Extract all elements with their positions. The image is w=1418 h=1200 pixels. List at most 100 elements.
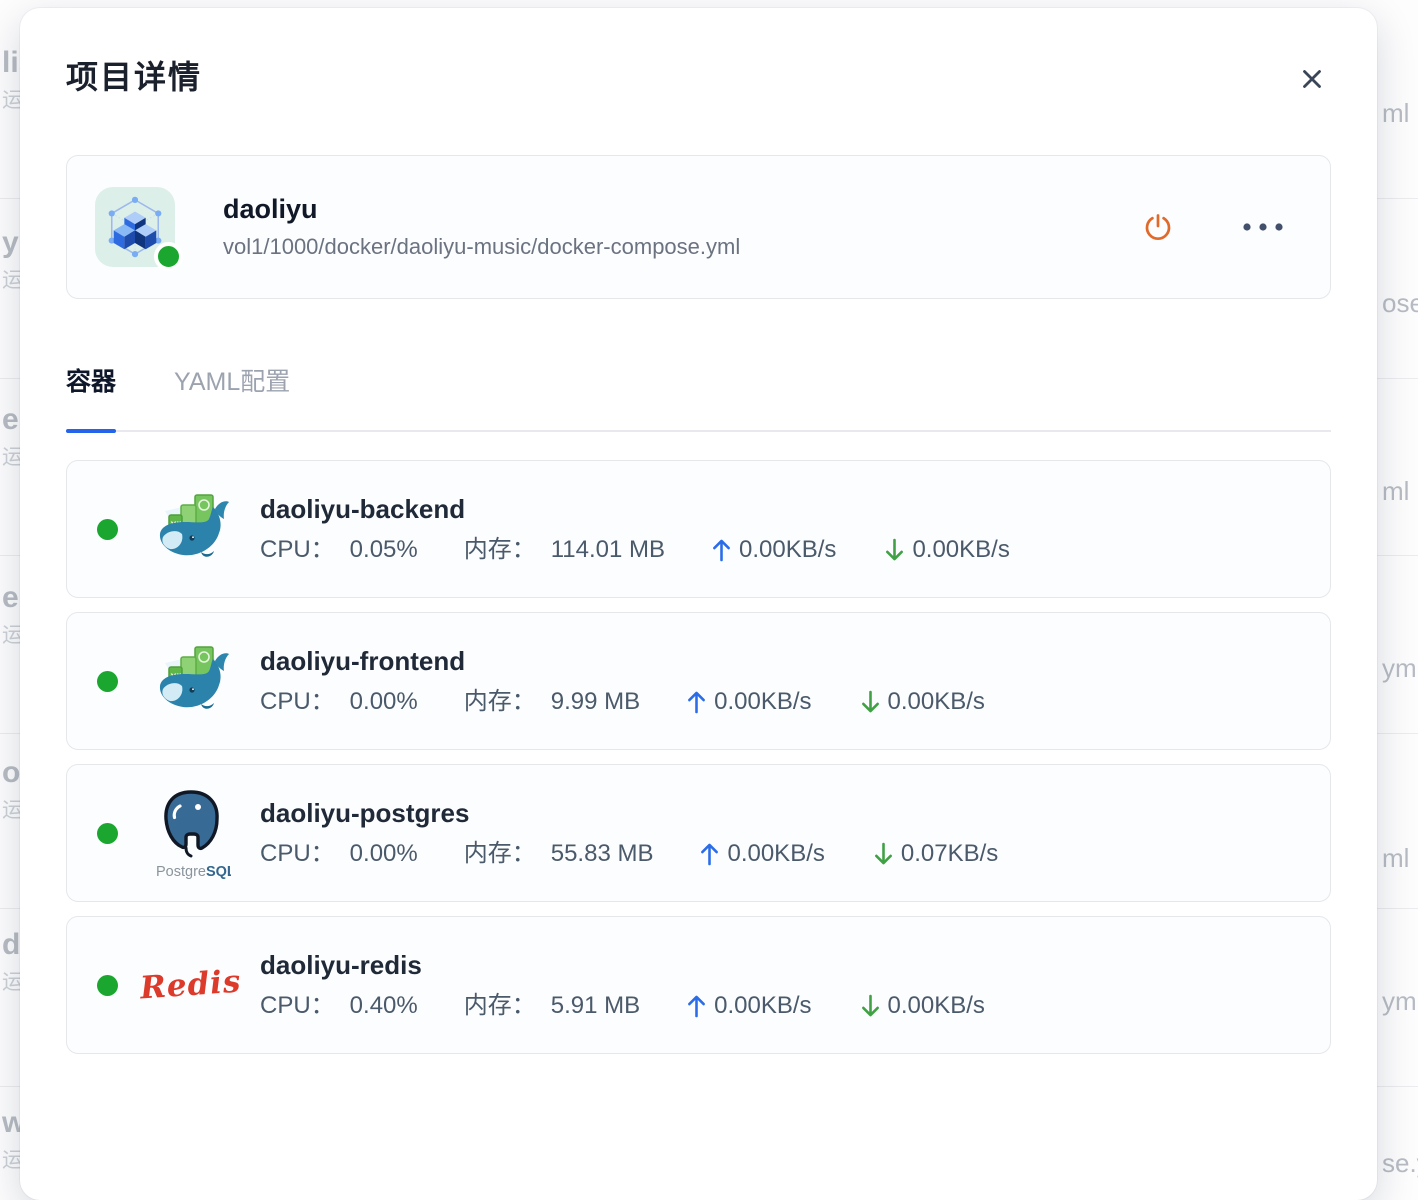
- modal-header: 项目详情: [66, 8, 1331, 98]
- container-name: daoliyu-frontend: [260, 647, 1306, 676]
- docker-whale-icon: XII: [151, 489, 231, 569]
- project-details-modal: 项目详情: [20, 8, 1377, 1200]
- container-name: daoliyu-postgres: [260, 799, 1306, 828]
- cpu-value: 0.05%: [350, 537, 418, 563]
- tab-containers[interactable]: 容器: [66, 368, 116, 430]
- container-status-dot: [97, 671, 118, 692]
- container-status-dot: [97, 975, 118, 996]
- cpu-label: CPU：: [260, 993, 335, 1019]
- cpu-label: CPU：: [260, 841, 335, 867]
- container-card[interactable]: XII daoliyu-backend CPU： 0.05% 内存：: [66, 460, 1331, 598]
- download-arrow-icon: [860, 689, 881, 715]
- ellipsis-icon: [1242, 222, 1284, 232]
- container-card[interactable]: Redis daoliyu-redis CPU： 0.40% 内存： 5.91 …: [66, 916, 1331, 1054]
- cpu-stat: CPU： 0.00%: [260, 841, 418, 867]
- background-path-fragment: ml: [1382, 478, 1409, 504]
- container-stats: CPU： 0.00% 内存： 9.99 MB 0.00KB/s: [260, 689, 1306, 715]
- tab-label: 容器: [66, 368, 116, 396]
- cpu-value: 0.40%: [350, 993, 418, 1019]
- container-info: daoliyu-redis CPU： 0.40% 内存： 5.91 MB 0.0…: [260, 951, 1306, 1019]
- cpu-value: 0.00%: [350, 689, 418, 715]
- close-button[interactable]: [1293, 60, 1331, 98]
- power-button[interactable]: [1136, 205, 1180, 249]
- background-path-fragment: ym: [1382, 655, 1417, 681]
- download-arrow-icon: [860, 993, 881, 1019]
- container-card[interactable]: PostgreSQL daoliyu-postgres CPU： 0.00% 内…: [66, 764, 1331, 902]
- upload-stat: 0.00KB/s: [711, 537, 836, 563]
- download-stat: 0.00KB/s: [884, 537, 1009, 563]
- upload-stat: 0.00KB/s: [699, 841, 824, 867]
- upload-value: 0.00KB/s: [739, 537, 836, 563]
- container-image-icon: Redis: [150, 937, 232, 1033]
- project-icon: [95, 187, 175, 267]
- memory-stat: 内存： 114.01 MB: [464, 537, 665, 563]
- container-info: daoliyu-frontend CPU： 0.00% 内存： 9.99 MB …: [260, 647, 1306, 715]
- container-image-icon: XII: [150, 633, 232, 729]
- svg-text:PostgreSQL: PostgreSQL: [156, 864, 231, 880]
- container-status-dot: [97, 823, 118, 844]
- project-info: daoliyu vol1/1000/docker/daoliyu-music/d…: [223, 195, 1136, 259]
- project-actions: [1136, 205, 1290, 249]
- memory-value: 9.99 MB: [551, 689, 640, 715]
- project-name: daoliyu: [223, 195, 1136, 225]
- modal-title: 项目详情: [66, 58, 202, 96]
- memory-label: 内存：: [464, 841, 536, 867]
- cpu-stat: CPU： 0.40%: [260, 993, 418, 1019]
- more-options-button[interactable]: [1236, 216, 1290, 238]
- container-stats: CPU： 0.00% 内存： 55.83 MB 0.00KB/s: [260, 841, 1306, 867]
- container-image-icon: PostgreSQL: [150, 785, 232, 881]
- upload-arrow-icon: [686, 993, 707, 1019]
- memory-value: 5.91 MB: [551, 993, 640, 1019]
- upload-value: 0.00KB/s: [714, 689, 811, 715]
- project-card: daoliyu vol1/1000/docker/daoliyu-music/d…: [66, 155, 1331, 299]
- container-info: daoliyu-postgres CPU： 0.00% 内存： 55.83 MB…: [260, 799, 1306, 867]
- download-stat: 0.00KB/s: [860, 689, 985, 715]
- memory-stat: 内存： 5.91 MB: [464, 993, 640, 1019]
- close-icon: [1297, 64, 1327, 94]
- upload-value: 0.00KB/s: [714, 993, 811, 1019]
- container-name: daoliyu-redis: [260, 951, 1306, 980]
- memory-label: 内存：: [464, 689, 536, 715]
- container-image-icon: XII: [150, 481, 232, 577]
- download-value: 0.00KB/s: [888, 689, 985, 715]
- download-value: 0.00KB/s: [912, 537, 1009, 563]
- upload-arrow-icon: [686, 689, 707, 715]
- upload-stat: 0.00KB/s: [686, 993, 811, 1019]
- cpu-value: 0.00%: [350, 841, 418, 867]
- container-stats: CPU： 0.40% 内存： 5.91 MB 0.00KB/s: [260, 993, 1306, 1019]
- power-icon: [1142, 211, 1174, 243]
- cpu-stat: CPU： 0.05%: [260, 537, 418, 563]
- download-stat: 0.00KB/s: [860, 993, 985, 1019]
- memory-label: 内存：: [464, 993, 536, 1019]
- tab-yaml[interactable]: YAML配置: [174, 368, 290, 430]
- tab-label: YAML配置: [174, 368, 290, 396]
- redis-logo: Redis: [139, 964, 243, 1007]
- cpu-label: CPU：: [260, 689, 335, 715]
- upload-arrow-icon: [699, 841, 720, 867]
- container-card[interactable]: XII daoliyu-frontend CPU： 0.00% 内存：: [66, 612, 1331, 750]
- background-path-fragment: ml: [1382, 100, 1409, 126]
- project-status-dot: [154, 242, 183, 271]
- docker-whale-icon: XII: [151, 641, 231, 721]
- tab-bar: 容器 YAML配置: [66, 368, 1331, 432]
- background-path-fragment: se.y: [1382, 1150, 1418, 1176]
- container-status-dot: [97, 519, 118, 540]
- upload-value: 0.00KB/s: [727, 841, 824, 867]
- memory-stat: 内存： 9.99 MB: [464, 689, 640, 715]
- container-name: daoliyu-backend: [260, 495, 1306, 524]
- cpu-stat: CPU： 0.00%: [260, 689, 418, 715]
- download-value: 0.07KB/s: [901, 841, 998, 867]
- container-stats: CPU： 0.05% 内存： 114.01 MB 0.00KB/s: [260, 537, 1306, 563]
- download-value: 0.00KB/s: [888, 993, 985, 1019]
- upload-arrow-icon: [711, 537, 732, 563]
- project-compose-path: vol1/1000/docker/daoliyu-music/docker-co…: [223, 235, 1136, 259]
- postgresql-icon: PostgreSQL: [151, 786, 231, 880]
- upload-stat: 0.00KB/s: [686, 689, 811, 715]
- memory-stat: 内存： 55.83 MB: [464, 841, 654, 867]
- container-list: XII daoliyu-backend CPU： 0.05% 内存：: [66, 460, 1331, 1054]
- memory-value: 55.83 MB: [551, 841, 654, 867]
- cpu-label: CPU：: [260, 537, 335, 563]
- background-path-fragment: ml: [1382, 845, 1409, 871]
- download-stat: 0.07KB/s: [873, 841, 998, 867]
- memory-value: 114.01 MB: [551, 537, 665, 563]
